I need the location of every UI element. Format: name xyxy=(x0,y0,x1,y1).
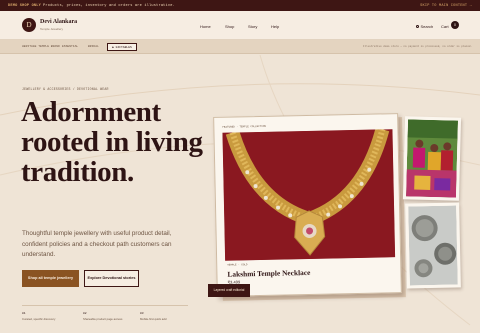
product-title[interactable]: Lakshmi Temple Necklace xyxy=(227,268,310,279)
collection-link-heritage[interactable]: HERITAGE TEMPLE BRAND xyxy=(22,45,60,48)
feature-text: Shareable product page access xyxy=(83,317,123,321)
collection-bar: HERITAGE TEMPLE BRAND ESSENTIAL BRIDAL ◆… xyxy=(0,40,480,54)
feature-number: 02 xyxy=(83,312,87,315)
product-category: TEMPLE · GOLD xyxy=(227,263,248,267)
necklace-image[interactable] xyxy=(222,129,396,261)
search-button[interactable]: Search xyxy=(416,24,433,29)
search-label: Search xyxy=(420,24,434,29)
feature-divider xyxy=(22,305,188,306)
nav-item-story[interactable]: Story xyxy=(248,24,257,29)
nav-item-home[interactable]: Home xyxy=(200,24,211,29)
festival-photo-thumbnail[interactable] xyxy=(402,116,462,201)
logo-mark[interactable]: D xyxy=(22,18,36,32)
feature-text: Mobile-first quick add xyxy=(140,317,167,321)
demo-notice: DEMO SHOP ONLY Products, prices, inventor… xyxy=(8,4,175,8)
feature-number: 03 xyxy=(140,312,144,315)
collection-chip-giftables[interactable]: ◆ GIFTABLES xyxy=(107,43,137,51)
editorial-badge: Layered craft editorial xyxy=(208,284,250,297)
feature-number: 01 xyxy=(22,312,26,315)
shop-all-button[interactable]: Shop all temple jewellery xyxy=(22,270,79,287)
card-meta: FEATURED · TEMPLE COLLECTION xyxy=(222,124,266,129)
collection-link-bridal[interactable]: BRIDAL xyxy=(88,45,99,48)
cart-count-badge[interactable]: 0 xyxy=(451,21,459,29)
main-nav: D Devi Alankara Temple Jewellery Home Sh… xyxy=(0,11,480,40)
brand-tagline: Temple Jewellery xyxy=(40,27,64,31)
demo-label: DEMO SHOP ONLY xyxy=(8,3,41,8)
featured-product-card[interactable]: FEATURED · TEMPLE COLLECTION TEMPLE · GO… xyxy=(213,113,402,297)
search-icon xyxy=(416,25,419,29)
coins-photo xyxy=(408,205,458,286)
demo-disclaimer: Illustrative demo store — no payment is … xyxy=(363,45,472,48)
hero-eyebrow: JEWELLERY & ACCESSORIES / DEVOTIONAL WEA… xyxy=(22,87,109,91)
demo-text: Products, prices, inventory and orders a… xyxy=(43,3,175,8)
cart-button[interactable]: Cart xyxy=(441,24,449,29)
collection-link-essential[interactable]: ESSENTIAL xyxy=(62,45,78,48)
festival-photo xyxy=(406,119,458,198)
brand-name[interactable]: Devi Alankara xyxy=(40,19,77,25)
coins-photo-thumbnail[interactable] xyxy=(405,202,461,289)
announcement-bar: DEMO SHOP ONLY Products, prices, inventor… xyxy=(0,0,480,11)
explore-stories-button[interactable]: Explore Devotional stories xyxy=(84,270,139,287)
nav-item-help[interactable]: Help xyxy=(271,24,279,29)
hero-description: Thoughtful temple jewellery with useful … xyxy=(22,230,172,258)
skip-link[interactable]: SKIP TO MAIN CONTENT → xyxy=(420,4,472,8)
hero-headline: Adornment rooted in living tradition. xyxy=(21,96,203,188)
nav-item-shop[interactable]: Shop xyxy=(225,24,234,29)
feature-text: Curated, specific discovery xyxy=(22,317,56,321)
